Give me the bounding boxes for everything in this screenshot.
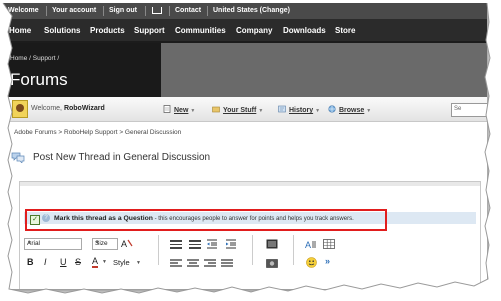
- main-nav: Home Solutions Products Support Communit…: [3, 19, 487, 43]
- align-justify-icon[interactable]: [221, 259, 233, 268]
- bullet-list-icon[interactable]: [170, 240, 182, 249]
- clear-format-icon[interactable]: A: [121, 238, 133, 249]
- folder-icon: [212, 106, 220, 113]
- history-menu[interactable]: History ▼: [278, 105, 320, 114]
- nav-communities[interactable]: Communities: [175, 26, 226, 35]
- utility-bar: Welcome Your account Sign out Contact Un…: [3, 3, 487, 19]
- font-select[interactable]: Arial ▼: [24, 238, 82, 250]
- chevron-down-icon: ▼: [27, 240, 32, 246]
- nav-home[interactable]: Home: [9, 26, 31, 35]
- mark-as-question-checkbox[interactable]: ✓: [30, 215, 40, 225]
- bold-button[interactable]: B: [27, 257, 34, 267]
- post-editor: Arial ▼ Size ▼ A A B I U S A ▼ Style ▼ »: [19, 181, 481, 289]
- chevron-down-icon: ▼: [366, 108, 372, 114]
- svg-text:A: A: [121, 239, 127, 249]
- screenshot: Welcome Your account Sign out Contact Un…: [3, 3, 487, 289]
- hero-breadcrumb[interactable]: Home / Support /: [10, 55, 59, 62]
- underline-button[interactable]: U: [60, 257, 67, 267]
- svg-text:A: A: [305, 240, 311, 249]
- nav-products[interactable]: Products: [90, 26, 125, 35]
- browse-icon: [328, 105, 336, 113]
- search-input[interactable]: Se: [451, 103, 487, 117]
- nav-downloads[interactable]: Downloads: [283, 26, 326, 35]
- cart-icon[interactable]: [152, 7, 162, 14]
- sign-out-link[interactable]: Sign out: [109, 7, 137, 14]
- page-title: Post New Thread in General Discussion: [33, 152, 211, 163]
- chevron-down-icon: ▼: [315, 108, 321, 114]
- nav-solutions[interactable]: Solutions: [44, 26, 80, 35]
- table-icon[interactable]: [323, 239, 335, 249]
- username[interactable]: RoboWizard: [64, 105, 105, 112]
- new-document-icon: [163, 105, 171, 113]
- style-select[interactable]: Style: [113, 258, 130, 267]
- forum-toolbar: Welcome, RoboWizard New ▼ Your Stuff ▼ His…: [3, 97, 487, 122]
- nav-store[interactable]: Store: [335, 26, 355, 35]
- question-option-description: - this encourages people to answer for p…: [152, 216, 354, 222]
- numbered-list-icon[interactable]: [189, 240, 201, 249]
- contact-link[interactable]: Contact: [175, 7, 201, 14]
- chevron-down-icon: ▼: [190, 108, 196, 114]
- align-left-icon[interactable]: [170, 259, 182, 268]
- question-option-highlight: ✓ ? Mark this thread as a Question - thi…: [25, 209, 387, 231]
- align-center-icon[interactable]: [187, 259, 199, 268]
- new-menu[interactable]: New ▼: [163, 105, 195, 114]
- avatar[interactable]: [12, 100, 28, 118]
- emoticon-icon[interactable]: [306, 257, 317, 268]
- history-icon: [278, 105, 286, 113]
- browse-menu[interactable]: Browse ▼: [328, 105, 371, 114]
- image-icon[interactable]: [266, 258, 278, 268]
- italic-button[interactable]: I: [44, 257, 47, 267]
- breadcrumb[interactable]: Adobe Forums > RoboHelp Support > Genera…: [14, 129, 181, 136]
- strikethrough-button[interactable]: S: [75, 257, 81, 267]
- hero-banner: Home / Support / Forums: [3, 43, 487, 97]
- question-option-label[interactable]: Mark this thread as a Question: [54, 215, 153, 222]
- question-icon: ?: [42, 214, 50, 222]
- align-right-icon[interactable]: [204, 259, 216, 268]
- chevron-down-icon: ▼: [95, 240, 100, 246]
- chevron-down-icon[interactable]: ▼: [102, 259, 107, 265]
- chevron-down-icon[interactable]: ▼: [136, 260, 141, 266]
- more-options-button[interactable]: »: [325, 256, 330, 266]
- hero-title: Forums: [10, 70, 68, 89]
- your-account-link[interactable]: Your account: [52, 7, 96, 14]
- indent-icon[interactable]: [225, 239, 237, 249]
- discussion-icon: [11, 152, 25, 163]
- welcome-text: Welcome: [8, 7, 39, 14]
- font-color-button[interactable]: A: [92, 257, 99, 268]
- video-icon[interactable]: [266, 239, 278, 249]
- nav-company[interactable]: Company: [236, 26, 272, 35]
- outdent-icon[interactable]: [206, 239, 218, 249]
- text-style-icon[interactable]: A: [305, 239, 317, 249]
- size-select[interactable]: Size ▼: [92, 238, 118, 250]
- region-selector[interactable]: United States (Change): [213, 7, 290, 14]
- chevron-down-icon: ▼: [258, 108, 264, 114]
- nav-support[interactable]: Support: [134, 26, 165, 35]
- welcome-user: Welcome, RoboWizard: [31, 105, 105, 112]
- your-stuff-menu[interactable]: Your Stuff ▼: [212, 105, 263, 114]
